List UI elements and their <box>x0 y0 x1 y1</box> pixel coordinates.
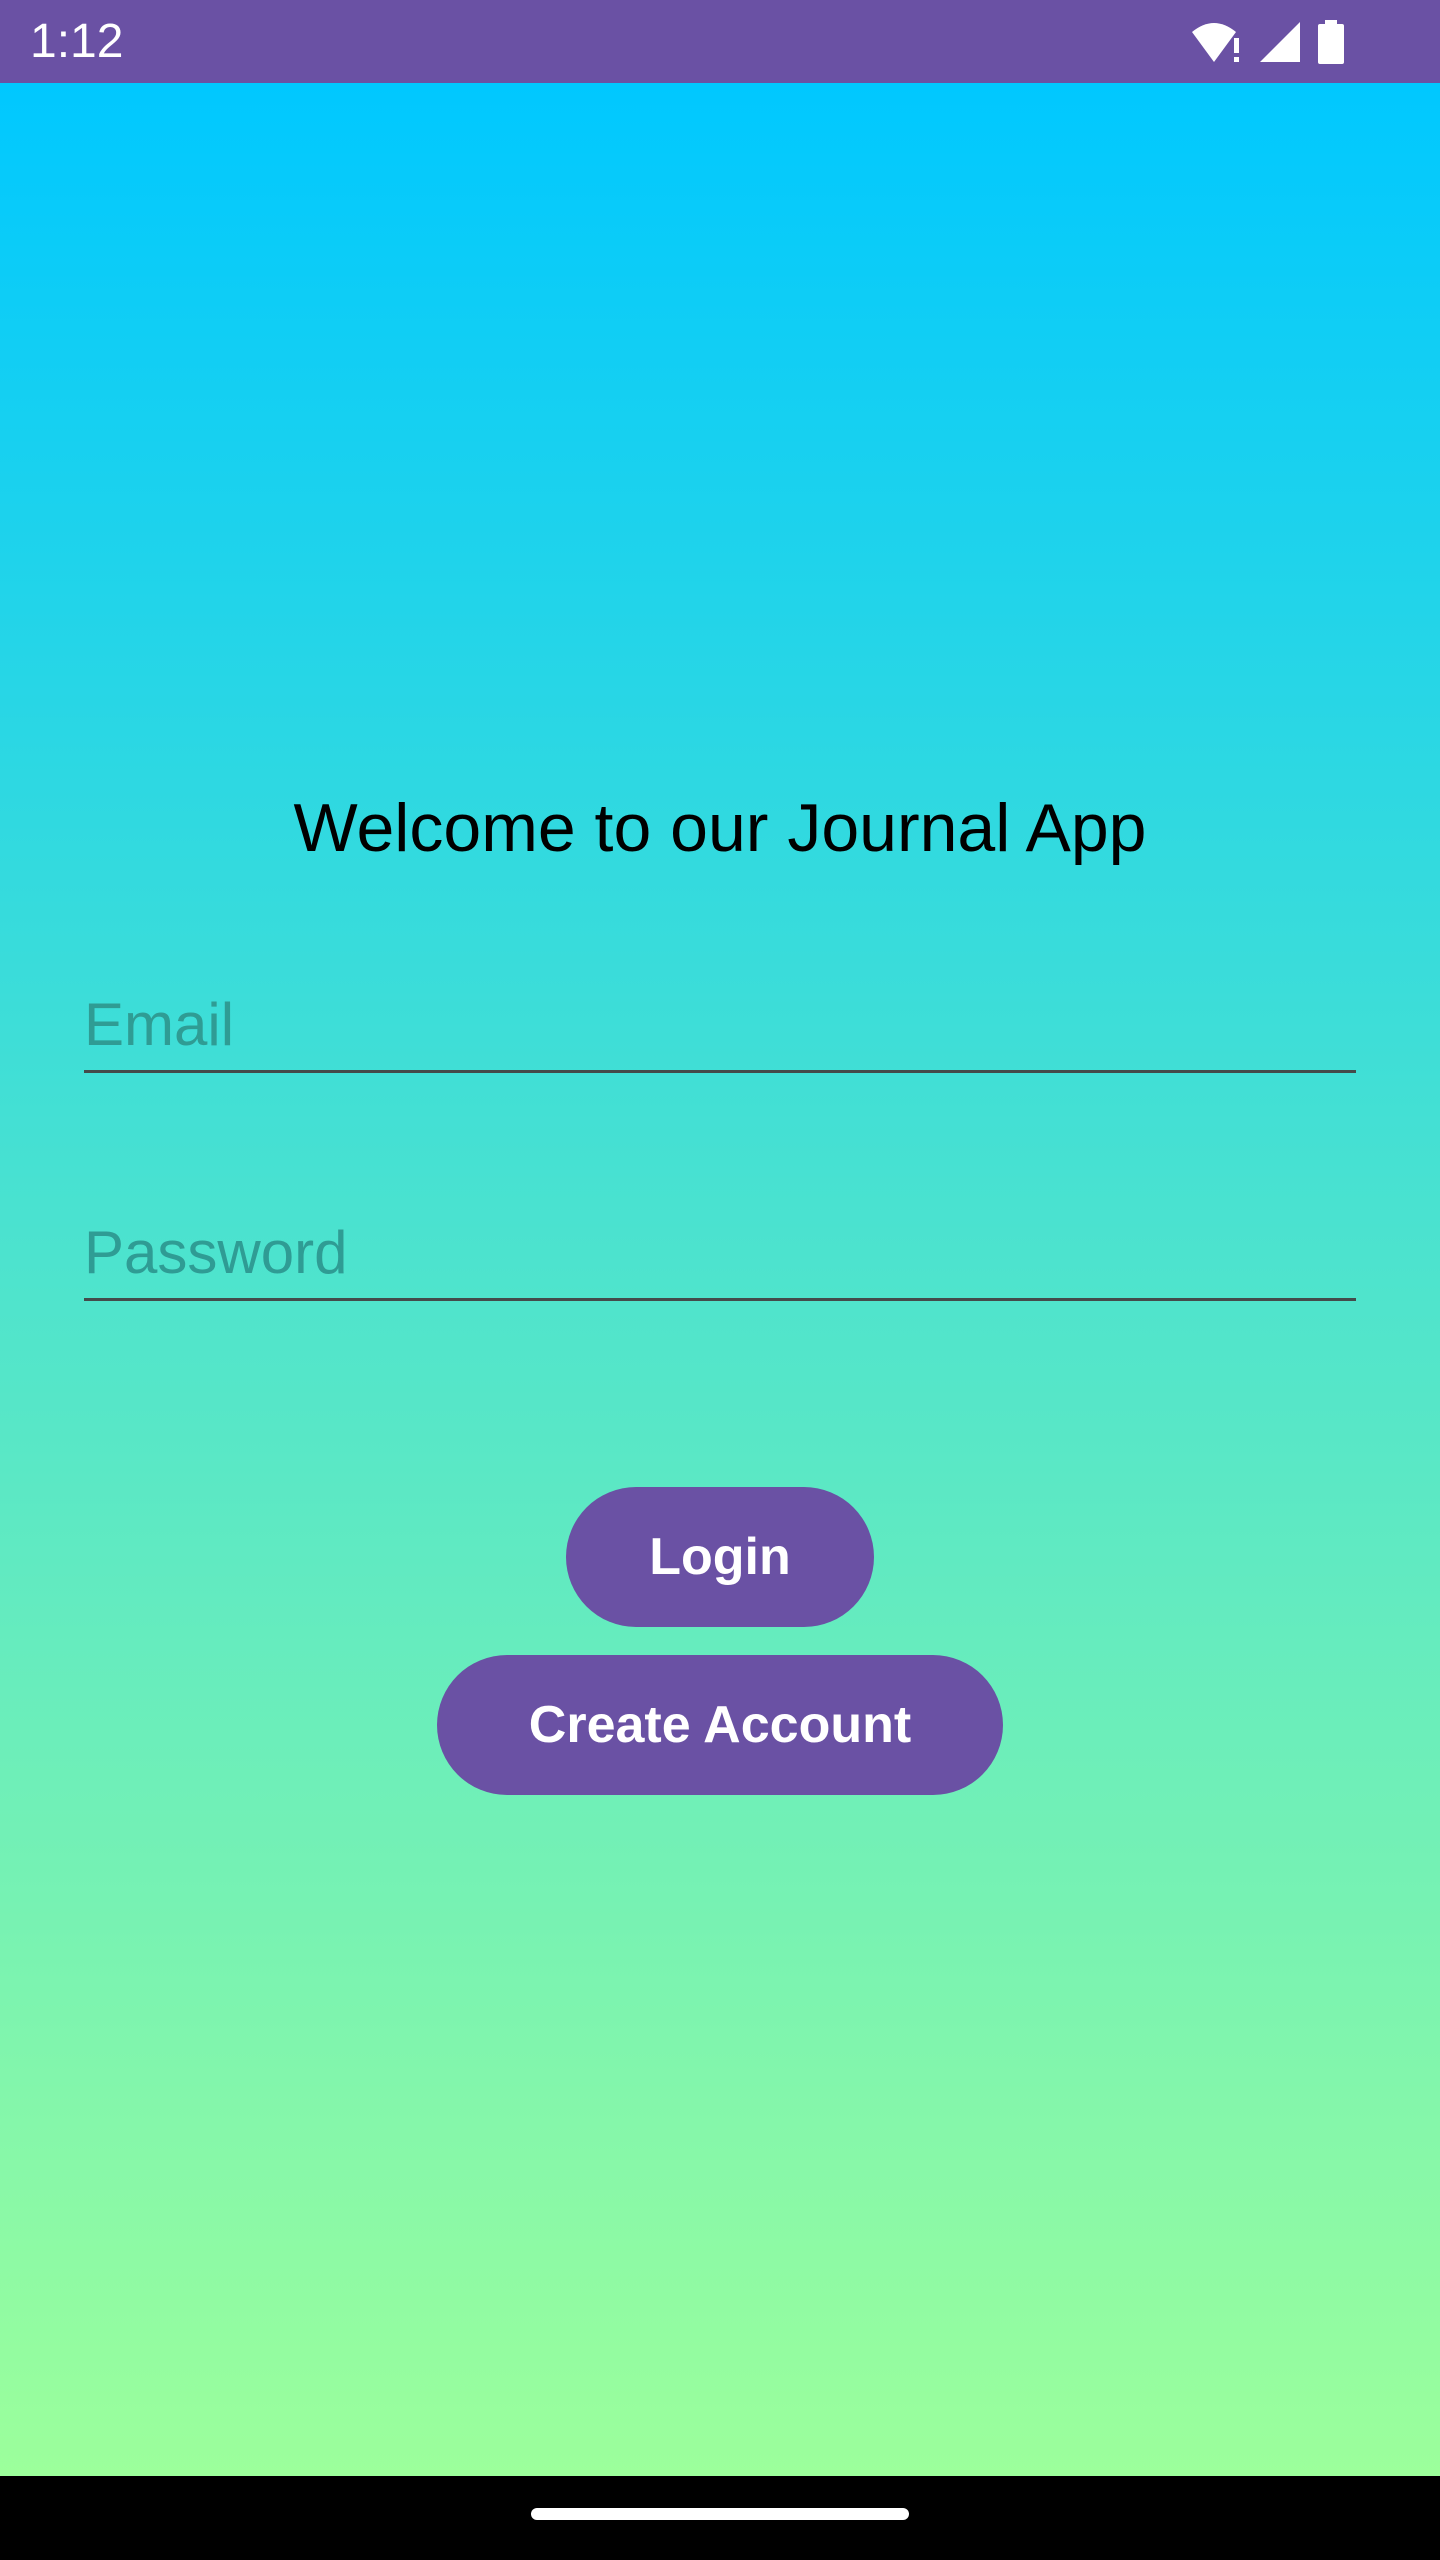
login-content: Welcome to our Journal App Login Create … <box>0 83 1440 2476</box>
app-screen: 1:12 Welcome to our Journal App Email Lo… <box>0 0 1440 2560</box>
status-bar: 1:12 <box>0 0 1440 83</box>
navigation-bar <box>0 2476 1440 2560</box>
status-icons <box>1190 18 1346 66</box>
battery-icon <box>1316 20 1346 64</box>
home-indicator[interactable] <box>531 2508 909 2520</box>
email-field[interactable] <box>84 983 1356 1073</box>
create-account-button[interactable]: Create Account <box>437 1655 1003 1795</box>
wifi-alert-icon <box>1190 20 1244 64</box>
password-input[interactable] <box>84 1218 1356 1288</box>
page-title: Welcome to our Journal App <box>293 790 1147 866</box>
password-field[interactable] <box>84 1211 1356 1301</box>
login-button[interactable]: Login <box>566 1487 874 1627</box>
email-input[interactable] <box>84 990 1356 1060</box>
cellular-signal-icon <box>1258 20 1302 64</box>
status-time: 1:12 <box>30 15 124 68</box>
